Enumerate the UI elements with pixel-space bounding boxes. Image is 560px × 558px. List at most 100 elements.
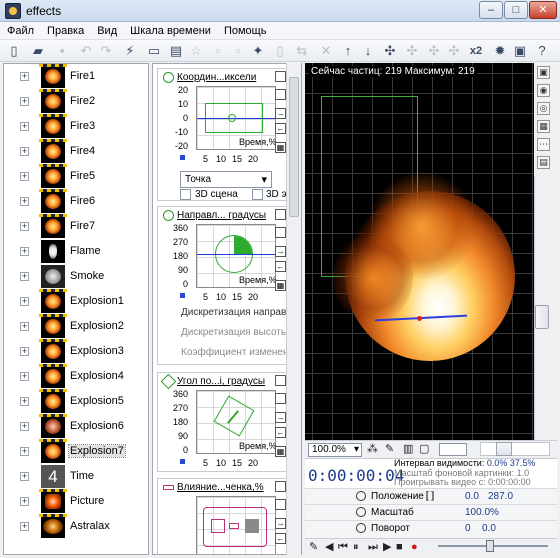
collapse-button[interactable]: [275, 481, 286, 492]
position-y[interactable]: 287.0: [488, 491, 513, 502]
expand-icon[interactable]: +: [20, 297, 29, 306]
rotation-x[interactable]: 0: [465, 523, 471, 534]
expand-icon[interactable]: +: [20, 372, 29, 381]
emitter-shape-select[interactable]: Точка: [180, 171, 272, 188]
coordinates-graph[interactable]: Время,%: [196, 86, 277, 150]
arrow-left-button[interactable]: ←: [275, 261, 286, 272]
help-icon[interactable]: ?: [534, 43, 550, 59]
rotation-y[interactable]: 0.0: [482, 523, 496, 534]
paste-icon[interactable]: ▫: [230, 43, 246, 59]
tree-item[interactable]: + Explosion5: [4, 389, 148, 414]
play-icon[interactable]: ▶: [383, 541, 391, 553]
settings-icon[interactable]: ✎: [309, 541, 318, 553]
expand-icon[interactable]: +: [20, 197, 29, 206]
grid-button[interactable]: ▦: [275, 446, 286, 457]
arrow-right-button[interactable]: →: [275, 108, 286, 119]
emitter-point[interactable]: [417, 316, 422, 321]
minimize-button[interactable]: –: [479, 1, 503, 19]
particle-icon[interactable]: ✹: [492, 43, 508, 59]
molecule-icon[interactable]: ✣: [382, 43, 398, 59]
move-icon[interactable]: ⇆: [294, 43, 310, 59]
favorite-icon[interactable]: ✦: [250, 43, 266, 59]
tree-item[interactable]: + Fire6: [4, 189, 148, 214]
tree-item[interactable]: + Fire1: [4, 64, 148, 89]
collapse-button[interactable]: [275, 375, 286, 386]
position-x[interactable]: 0.0: [465, 491, 479, 502]
move-up-icon[interactable]: ↑: [340, 43, 356, 59]
menu-help[interactable]: Помощь: [217, 22, 273, 40]
rotation-row[interactable]: Поворот 0 0.0: [305, 520, 557, 538]
layers-icon[interactable]: ▥: [403, 443, 413, 455]
pick-icon[interactable]: ✎: [385, 443, 394, 455]
stop-icon[interactable]: ■: [396, 541, 403, 553]
menu-edit[interactable]: Правка: [40, 22, 90, 40]
scale-value[interactable]: 100.0%: [465, 507, 499, 518]
option-button[interactable]: [275, 227, 286, 238]
tree-item[interactable]: + Fire4: [4, 139, 148, 164]
arrow-left-button[interactable]: ←: [275, 533, 286, 544]
tree-item[interactable]: + Explosion7: [4, 439, 148, 464]
link-icon[interactable]: ✣: [404, 43, 420, 59]
tree-item[interactable]: + Explosion6: [4, 414, 148, 439]
new-folder-icon[interactable]: ▭: [146, 43, 162, 59]
expand-icon[interactable]: +: [20, 147, 29, 156]
change-coefficient[interactable]: Коэффициент изменения: [181, 347, 300, 358]
new-file-icon[interactable]: ▯: [6, 43, 22, 59]
option-button[interactable]: [275, 393, 286, 404]
position-row[interactable]: Положение ⟦⟧ 0.0 287.0: [305, 488, 557, 504]
influence-graph[interactable]: [196, 496, 276, 554]
axis-xy-icon[interactable]: ⋯: [537, 138, 550, 151]
menu-timeline[interactable]: Шкала времени: [123, 22, 217, 40]
record-icon[interactable]: ●: [411, 541, 418, 553]
frame-icon[interactable]: ▢: [419, 443, 429, 455]
arrow-left-button[interactable]: ←: [275, 427, 286, 438]
move-down-icon[interactable]: ↓: [360, 43, 376, 59]
tree-item[interactable]: + Flame: [4, 239, 148, 264]
card-title[interactable]: Влияние...ченка,%: [177, 482, 287, 493]
particles-icon[interactable]: ⁂: [367, 443, 378, 455]
scroll-thumb[interactable]: [535, 305, 549, 329]
scroll-thumb[interactable]: [289, 77, 299, 217]
expand-icon[interactable]: +: [20, 222, 29, 231]
arrow-right-button[interactable]: →: [275, 518, 286, 529]
grid-button[interactable]: ▦: [275, 280, 286, 291]
collapse-button[interactable]: [275, 209, 286, 220]
save-icon[interactable]: ▪: [54, 43, 70, 59]
link-icon[interactable]: ⟦⟧: [425, 491, 435, 502]
pause-icon[interactable]: ⏸: [353, 541, 359, 553]
tree-item[interactable]: + Fire7: [4, 214, 148, 239]
color-select[interactable]: [439, 443, 467, 456]
expand-icon[interactable]: +: [20, 122, 29, 131]
tree-item[interactable]: + Smoke: [4, 264, 148, 289]
tree-item[interactable]: + Picture: [4, 489, 148, 514]
copy-icon[interactable]: ▫: [210, 43, 226, 59]
timeline-slider-thumb[interactable]: [486, 540, 494, 552]
menu-view[interactable]: Вид: [90, 22, 123, 40]
delete-icon[interactable]: ✕: [318, 43, 334, 59]
expand-icon[interactable]: +: [20, 97, 29, 106]
direction-graph[interactable]: Время,%: [196, 224, 277, 288]
first-frame-icon[interactable]: ⏮: [338, 541, 348, 553]
rotation-graph[interactable]: Время,%: [196, 390, 277, 454]
menu-file[interactable]: Файл: [0, 22, 40, 40]
card-title[interactable]: Угол по...і, градусы: [177, 376, 287, 387]
card-title[interactable]: Направл... градусы: [177, 210, 287, 221]
expand-icon[interactable]: +: [20, 447, 29, 456]
expand-icon[interactable]: +: [20, 422, 29, 431]
double-icon[interactable]: x2: [468, 43, 484, 59]
arrow-right-button[interactable]: →: [275, 246, 286, 257]
expand-icon[interactable]: +: [20, 397, 29, 406]
grid-icon[interactable]: ▦: [537, 120, 550, 133]
collapse-button[interactable]: [275, 71, 286, 82]
zoom-select[interactable]: 100.0%: [308, 443, 362, 457]
tree-item[interactable]: + Fire3: [4, 114, 148, 139]
tree-item[interactable]: + Explosion4: [4, 364, 148, 389]
grid-button[interactable]: ▦: [275, 142, 286, 153]
wizard-icon[interactable]: ⚡: [122, 43, 138, 59]
record-icon[interactable]: ◉: [537, 84, 550, 97]
step-back-icon[interactable]: ◀: [325, 541, 333, 553]
expand-icon[interactable]: +: [20, 172, 29, 181]
scale-row[interactable]: Масштаб 100.0%: [305, 504, 557, 520]
option-button[interactable]: [275, 89, 286, 100]
expand-icon[interactable]: +: [20, 472, 29, 481]
